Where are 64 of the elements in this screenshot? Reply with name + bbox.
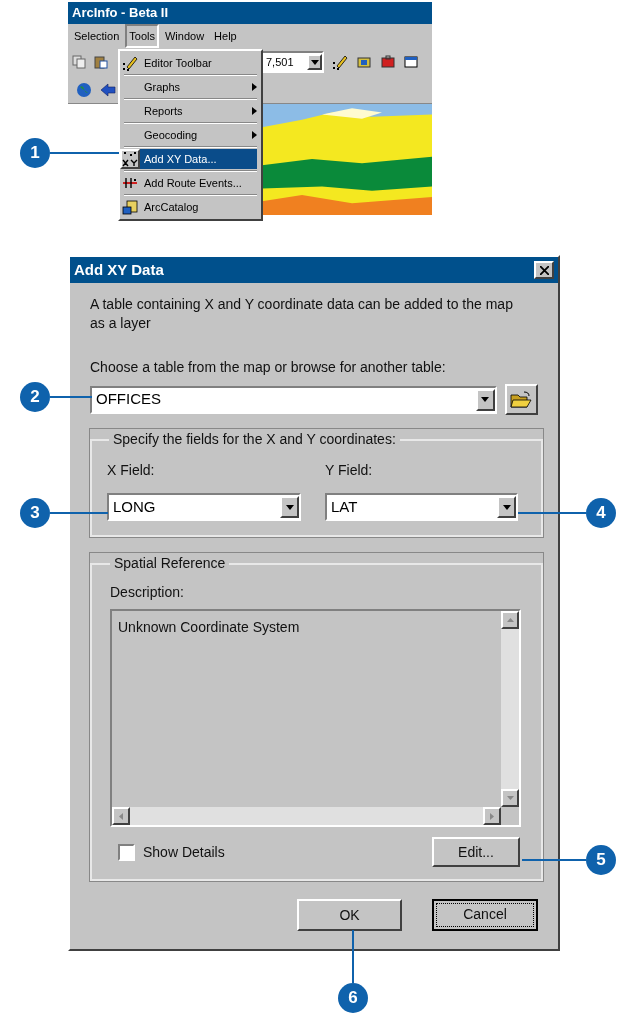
callout-number: 6 bbox=[338, 983, 368, 1013]
window-title: ArcInfo - Beta II bbox=[72, 4, 169, 23]
y-field-dropdown[interactable]: LAT bbox=[325, 493, 518, 521]
pencil-icon bbox=[122, 55, 138, 71]
checkbox-label: Show Details bbox=[143, 842, 225, 862]
left-arrow-icon bbox=[119, 812, 123, 820]
edit-button[interactable]: Edit... bbox=[432, 837, 520, 867]
group-title: Specify the fields for the X and Y coordinates: bbox=[112, 430, 397, 449]
table-label: Choose a table from the map or browse for another table: bbox=[90, 358, 447, 377]
caret-icon bbox=[285, 504, 294, 510]
menu-item[interactable]: Tools bbox=[125, 23, 159, 49]
folder-icon bbox=[510, 390, 533, 409]
checkbox[interactable] bbox=[118, 843, 135, 861]
menu-item[interactable]: Help bbox=[210, 23, 241, 49]
description-label: Description: bbox=[110, 583, 185, 602]
y-field-label: Y Field: bbox=[325, 461, 374, 480]
callout-number: 3 bbox=[20, 498, 50, 528]
table-dropdown[interactable]: OFFICES bbox=[90, 385, 497, 414]
pencil-icon bbox=[332, 54, 348, 70]
leader-line bbox=[352, 930, 354, 983]
group-title: Spatial Reference bbox=[113, 554, 227, 573]
right-arrow-icon bbox=[490, 812, 494, 820]
paste-icon bbox=[94, 55, 108, 69]
caret-icon bbox=[310, 59, 319, 65]
copy-icon bbox=[72, 55, 86, 69]
x-field-dropdown[interactable]: LONG bbox=[107, 493, 301, 521]
callout-number: 4 bbox=[586, 498, 616, 528]
leader-line bbox=[522, 859, 586, 861]
xy-points-icon bbox=[122, 151, 138, 167]
menu-item[interactable]: Add Route Events... bbox=[120, 173, 261, 193]
menu-item[interactable]: Editor Toolbar bbox=[120, 53, 261, 73]
leader-line bbox=[518, 512, 586, 514]
ok-button[interactable]: OK bbox=[297, 899, 402, 931]
menu-item[interactable]: Graphs bbox=[120, 77, 261, 97]
close-icon bbox=[539, 265, 549, 275]
menu-item[interactable]: ArcCatalog bbox=[120, 197, 261, 217]
leader-line bbox=[50, 512, 108, 514]
intro-text: A table containing X and Y coordinate data can be added to the map as a layer bbox=[90, 295, 514, 333]
dialog-title: Add XY Data bbox=[74, 259, 164, 280]
leader-line bbox=[50, 152, 119, 154]
down-arrow-icon bbox=[506, 796, 514, 800]
horizontal-scrollbar[interactable] bbox=[112, 807, 501, 825]
back-arrow-icon bbox=[100, 82, 116, 97]
browse-button[interactable] bbox=[504, 384, 538, 415]
menu-item[interactable]: Reports bbox=[120, 101, 261, 121]
x-field-label: X Field: bbox=[107, 461, 156, 480]
leader-line bbox=[50, 396, 92, 398]
up-arrow-icon bbox=[506, 618, 514, 622]
description-text: Unknown Coordinate System bbox=[118, 618, 300, 637]
cancel-button[interactable]: Cancel bbox=[432, 899, 538, 931]
callout-number: 1 bbox=[20, 138, 50, 168]
caret-icon bbox=[502, 504, 511, 510]
close-button[interactable] bbox=[534, 261, 554, 279]
callout-number: 5 bbox=[586, 845, 616, 875]
window-icon bbox=[404, 55, 418, 69]
menu-item[interactable]: Geocoding bbox=[120, 125, 261, 145]
catalog-icon bbox=[122, 199, 138, 215]
menu-item[interactable]: Window bbox=[160, 23, 209, 49]
globe-icon bbox=[76, 81, 92, 98]
caret-icon bbox=[481, 397, 490, 402]
route-events-icon bbox=[122, 175, 138, 191]
vertical-scrollbar[interactable] bbox=[501, 611, 519, 807]
callout-number: 2 bbox=[20, 382, 50, 412]
menu-item[interactable]: Selection bbox=[70, 23, 124, 49]
